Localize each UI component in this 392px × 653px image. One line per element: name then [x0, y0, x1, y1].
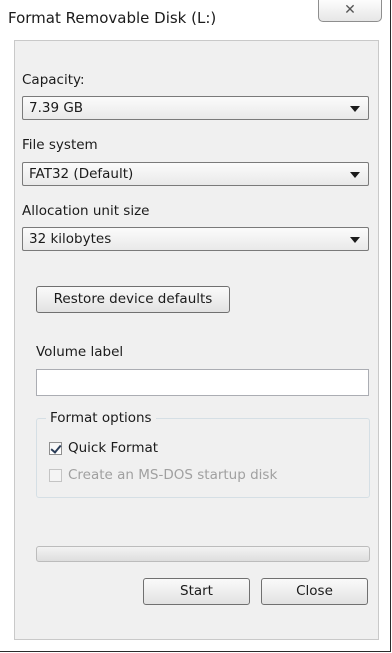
chevron-down-icon [350, 172, 360, 178]
allocation-select[interactable]: 32 kilobytes [22, 227, 369, 251]
file-system-label: File system [22, 137, 98, 153]
volume-label-caption: Volume label [36, 344, 124, 360]
chevron-down-icon [350, 106, 360, 112]
close-icon: ✕ [344, 2, 356, 18]
capacity-value: 7.39 GB [29, 100, 84, 116]
format-options-title: Format options [46, 410, 156, 426]
window-close-button[interactable]: ✕ [318, 0, 382, 22]
quick-format-label[interactable]: Quick Format [68, 440, 158, 456]
capacity-label: Capacity: [22, 72, 85, 88]
format-options-group [36, 418, 370, 498]
msdos-startup-label[interactable]: Create an MS-DOS startup disk [68, 467, 277, 483]
file-system-value: FAT32 (Default) [29, 166, 134, 182]
format-dialog: Format Removable Disk (L:) ✕ Capacity: 7… [0, 0, 391, 652]
close-button[interactable]: Close [261, 578, 368, 605]
capacity-select[interactable]: 7.39 GB [22, 96, 369, 120]
msdos-startup-checkbox[interactable] [49, 469, 62, 482]
volume-label-input[interactable] [36, 369, 369, 396]
title-bar[interactable]: Format Removable Disk (L:) ✕ [0, 0, 390, 34]
start-button[interactable]: Start [143, 578, 250, 605]
restore-defaults-button[interactable]: Restore device defaults [36, 286, 230, 313]
allocation-label: Allocation unit size [22, 203, 150, 219]
quick-format-checkbox[interactable] [49, 442, 62, 455]
window-title: Format Removable Disk (L:) [8, 9, 217, 27]
file-system-select[interactable]: FAT32 (Default) [22, 162, 369, 186]
format-progress-bar [36, 546, 370, 562]
allocation-value: 32 kilobytes [29, 231, 112, 247]
chevron-down-icon [350, 237, 360, 243]
